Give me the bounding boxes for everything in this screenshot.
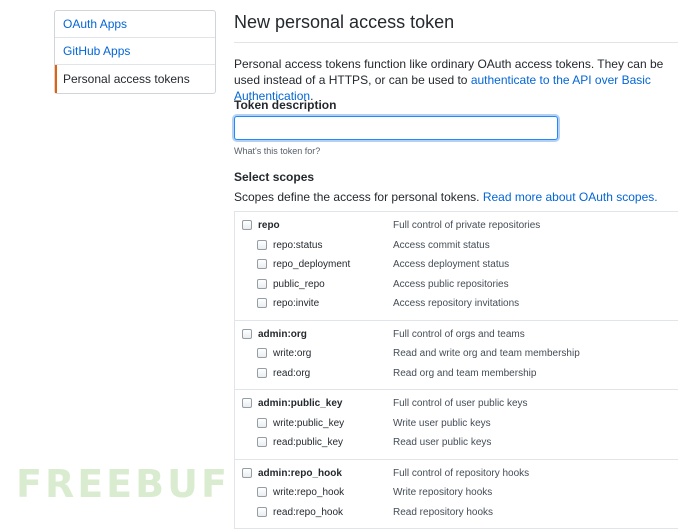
scopes-text: Scopes define the access for personal to… — [234, 190, 483, 204]
freebuf-watermark: FREEBUF — [16, 462, 230, 506]
scope-name[interactable]: admin:org — [258, 329, 307, 340]
scope-row-child: read:org Read org and team membership — [235, 366, 678, 386]
scope-row-parent: repo Full control of private repositories — [235, 218, 678, 238]
scope-checkbox[interactable] — [257, 239, 267, 250]
scope-row-parent: admin:public_key Full control of user pub… — [235, 396, 678, 416]
scope-description: Access commit status — [393, 239, 490, 251]
scope-name[interactable]: read:public_key — [273, 437, 343, 448]
scope-name[interactable]: write:repo_hook — [273, 487, 344, 498]
scope-description: Full control of repository hooks — [393, 467, 530, 479]
oauth-scopes-link[interactable]: Read more about OAuth scopes. — [483, 190, 658, 204]
scope-checkbox[interactable] — [257, 487, 267, 497]
title-divider — [234, 42, 678, 43]
scope-row-parent: admin:repo_hook Full control of repositor… — [235, 466, 678, 486]
page-title: New personal access token — [234, 12, 455, 32]
sidebar-item-oauth-apps[interactable]: OAuth Apps — [55, 11, 215, 38]
scope-checkbox[interactable] — [257, 367, 267, 378]
scope-row-child: public_repo Access public repositories — [235, 277, 678, 297]
scope-group: repo Full control of private repositories… — [235, 212, 678, 320]
scope-description: Read repository hooks — [393, 506, 494, 518]
select-scopes-heading: Select scopes — [234, 170, 315, 184]
scope-row-child: repo:invite Access repository invitations — [235, 296, 678, 316]
scopes-description: Scopes define the access for personal to… — [234, 190, 658, 204]
scope-name[interactable]: admin:repo_hook — [258, 468, 342, 479]
scope-group: admin:org Full control of orgs and teams w… — [235, 319, 678, 390]
scope-name[interactable]: public_repo — [273, 279, 325, 290]
intro-paragraph: Personal access tokens function like ord… — [234, 56, 678, 104]
token-description-note: What's this token for? — [234, 146, 321, 156]
scope-description: Full control of user public keys — [393, 398, 528, 409]
scope-checkbox[interactable] — [257, 259, 267, 269]
settings-sidebar: OAuth Apps GitHub Apps Personal access t… — [54, 10, 216, 94]
scope-description: Read org and team membership — [393, 367, 537, 379]
scope-group: admin:repo_hook Full control of repositor… — [235, 458, 678, 529]
scope-row-parent: admin:org Full control of orgs and teams — [235, 327, 678, 347]
scope-name[interactable]: repo:invite — [273, 298, 319, 309]
scope-description: Read and write org and team membership — [393, 348, 580, 359]
scope-name[interactable]: repo:status — [273, 240, 322, 251]
scope-row-child: read:public_key Read user public keys — [235, 435, 678, 455]
scope-checkbox[interactable] — [257, 506, 267, 517]
scope-checkbox[interactable] — [257, 348, 267, 358]
scope-row-child: repo_deployment Access deployment status — [235, 257, 678, 277]
scope-description: Access public repositories — [393, 278, 509, 290]
scope-name[interactable]: write:public_key — [273, 418, 344, 429]
sidebar-item-personal-access-tokens[interactable]: Personal access tokens — [55, 65, 215, 93]
scope-name[interactable]: read:org — [273, 368, 310, 379]
scope-table: repo Full control of private repositories… — [234, 211, 678, 529]
scope-row-child: write:public_key Write user public keys — [235, 416, 678, 436]
token-description-input[interactable] — [234, 116, 558, 140]
scope-checkbox[interactable] — [242, 220, 252, 230]
scope-name[interactable]: repo — [258, 220, 280, 231]
scope-row-child: write:org Read and write org and team mem… — [235, 346, 678, 366]
scope-row-child: repo:status Access commit status — [235, 238, 678, 258]
scope-description: Read user public keys — [393, 437, 492, 448]
scope-checkbox[interactable] — [257, 437, 267, 447]
scope-description: Write user public keys — [393, 417, 491, 429]
scope-name[interactable]: repo_deployment — [273, 259, 350, 270]
scope-name[interactable]: read:repo_hook — [273, 507, 343, 518]
sidebar-item-github-apps[interactable]: GitHub Apps — [55, 38, 215, 65]
scope-description: Access deployment status — [393, 259, 510, 270]
scope-description: Full control of private repositories — [393, 220, 541, 231]
scope-row-child: write:repo_hook Write repository hooks — [235, 485, 678, 505]
scope-name[interactable]: admin:public_key — [258, 398, 342, 409]
scope-group: admin:public_key Full control of user pub… — [235, 389, 678, 459]
scope-checkbox[interactable] — [242, 398, 252, 408]
scope-description: Full control of orgs and teams — [393, 328, 525, 340]
scope-checkbox[interactable] — [257, 278, 267, 289]
scope-checkbox[interactable] — [242, 467, 252, 478]
scope-checkbox[interactable] — [257, 298, 267, 308]
scope-description: Write repository hooks — [393, 487, 493, 498]
scope-description: Access repository invitations — [393, 298, 520, 309]
scope-checkbox[interactable] — [257, 417, 267, 428]
scope-row-child: read:repo_hook Read repository hooks — [235, 505, 678, 525]
token-description-label: Token description — [234, 98, 337, 112]
scope-name[interactable]: write:org — [273, 348, 311, 359]
scope-checkbox[interactable] — [242, 328, 252, 339]
